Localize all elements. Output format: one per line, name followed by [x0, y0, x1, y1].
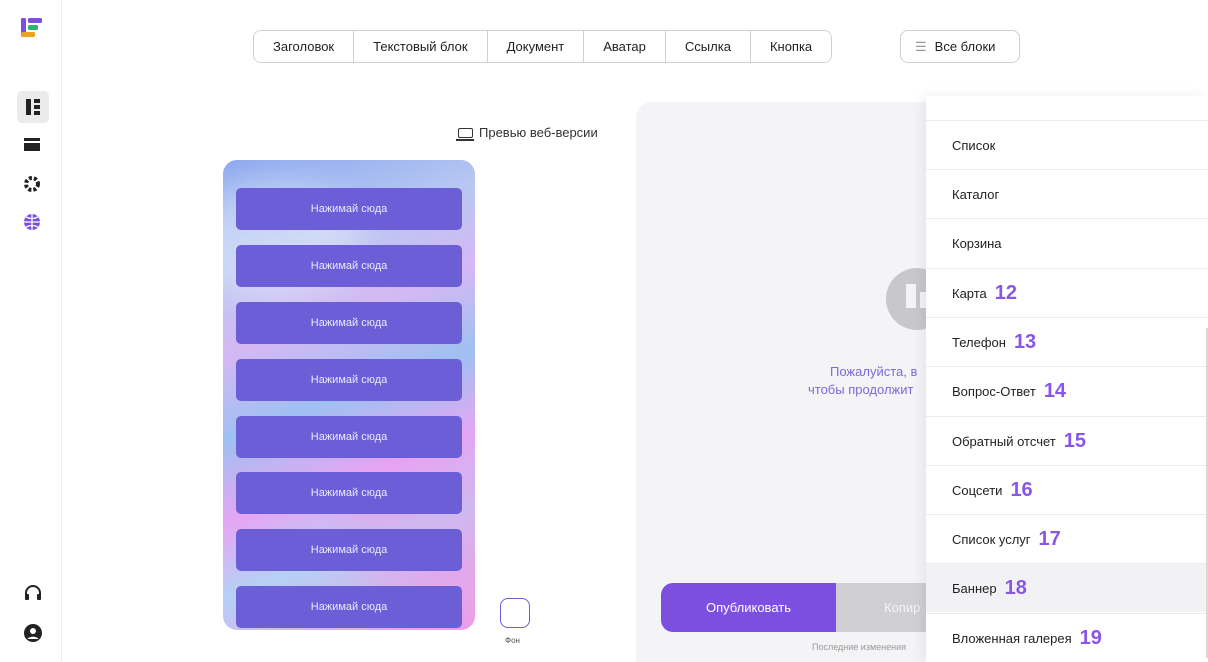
web-preview-link[interactable]: Превью веб-версии [456, 125, 598, 141]
dropdown-item-label: Вложенная галерея [952, 630, 1072, 646]
preview-button[interactable]: Нажимай сюда [236, 302, 462, 344]
dropdown-item-label: Соцсети [952, 482, 1003, 498]
copy-button[interactable]: Копир [836, 583, 936, 632]
dropdown-item-label: Обратный отсчет [952, 433, 1056, 449]
dropdown-item[interactable]: Вопрос-Ответ 14 [926, 366, 1208, 415]
preview-button[interactable]: Нажимай сюда [236, 188, 462, 230]
dropdown-item-number: 14 [1043, 379, 1067, 402]
publish-button[interactable]: Опубликовать [661, 583, 836, 632]
dropdown-item-label: Корзина [952, 235, 1002, 251]
dropdown-item-label: Карта [952, 285, 987, 301]
toolbar-document-button[interactable]: Документ [487, 31, 585, 62]
dropdown-item[interactable]: Соцсети 16 [926, 465, 1208, 514]
preview-button[interactable]: Нажимай сюда [236, 586, 462, 628]
background-swatch[interactable] [500, 598, 530, 628]
last-changes-text: Последние изменения [812, 642, 906, 652]
dropdown-item[interactable]: Телефон 13 [926, 317, 1208, 366]
all-blocks-button[interactable]: ☰ Все блоки [900, 30, 1020, 63]
preview-button[interactable]: Нажимай сюда [236, 245, 462, 287]
dropdown-item[interactable]: Каталог [926, 169, 1208, 218]
block-toolbar: Заголовок Текстовый блок Документ Аватар… [253, 30, 833, 63]
dropdown-item-label: Вопрос-Ответ [952, 383, 1036, 399]
dropdown-item[interactable]: Корзина [926, 218, 1208, 267]
laptop-icon [456, 127, 474, 141]
dropdown-item-label: Каталог [952, 186, 1000, 202]
dropdown-item-label: Список услуг [952, 531, 1031, 547]
menu-icon: ☰ [915, 38, 927, 54]
login-message-line1: Пожалуйста, в [830, 364, 918, 379]
background-label: Фон [505, 636, 520, 645]
app-logo[interactable] [18, 15, 46, 43]
dropdown-item-number: 17 [1038, 527, 1061, 550]
layout-icon[interactable] [20, 133, 44, 157]
dropdown-item[interactable]: Карта 12 [926, 268, 1208, 317]
dropdown-item-number: 19 [1079, 626, 1102, 649]
dropdown-item-label: Баннер [952, 580, 997, 596]
phone-preview: Нажимай сюда Нажимай сюда Нажимай сюда Н… [223, 160, 475, 630]
dropdown-item-number: 13 [1013, 330, 1037, 353]
toolbar-text-block-button[interactable]: Текстовый блок [354, 31, 488, 62]
toolbar-avatar-button[interactable]: Аватар [584, 31, 666, 62]
dropdown-item-number: 16 [1010, 478, 1033, 501]
dropdown-item[interactable]: Список [926, 120, 1208, 169]
blocks-icon[interactable] [17, 91, 49, 123]
dropdown-item[interactable]: Обратный отсчет 15 [926, 416, 1208, 465]
support-headset-icon[interactable] [24, 584, 42, 609]
dropdown-item-number: 18 [1004, 576, 1027, 599]
preview-button[interactable]: Нажимай сюда [236, 529, 462, 571]
settings-icon[interactable] [20, 172, 44, 196]
web-preview-label: Превью веб-версии [479, 125, 598, 140]
all-blocks-dropdown: Список Каталог Корзина Карта 12 Телефон … [926, 96, 1208, 662]
dropdown-item-label: Список [952, 137, 996, 153]
dropdown-item-number: 12 [994, 281, 1018, 304]
globe-icon[interactable] [20, 210, 44, 234]
dropdown-item-number: 15 [1063, 429, 1086, 452]
all-blocks-label: Все блоки [934, 39, 996, 54]
dropdown-item-label: Телефон [952, 334, 1006, 350]
dropdown-item[interactable]: Вложенная галерея 19 [926, 613, 1208, 662]
login-message-line2: чтобы продолжит [808, 382, 914, 397]
toolbar-link-button[interactable]: Ссылка [665, 31, 751, 62]
toolbar-heading-button[interactable]: Заголовок [254, 31, 355, 62]
dropdown-item[interactable]: Список услуг 17 [926, 514, 1208, 563]
toolbar-button-button[interactable]: Кнопка [750, 31, 832, 62]
sidebar [0, 0, 62, 662]
preview-button[interactable]: Нажимай сюда [236, 359, 462, 401]
preview-button[interactable]: Нажимай сюда [236, 416, 462, 458]
profile-icon[interactable] [24, 624, 42, 642]
preview-button[interactable]: Нажимай сюда [236, 472, 462, 514]
dropdown-item[interactable]: Баннер 18 [926, 563, 1208, 612]
